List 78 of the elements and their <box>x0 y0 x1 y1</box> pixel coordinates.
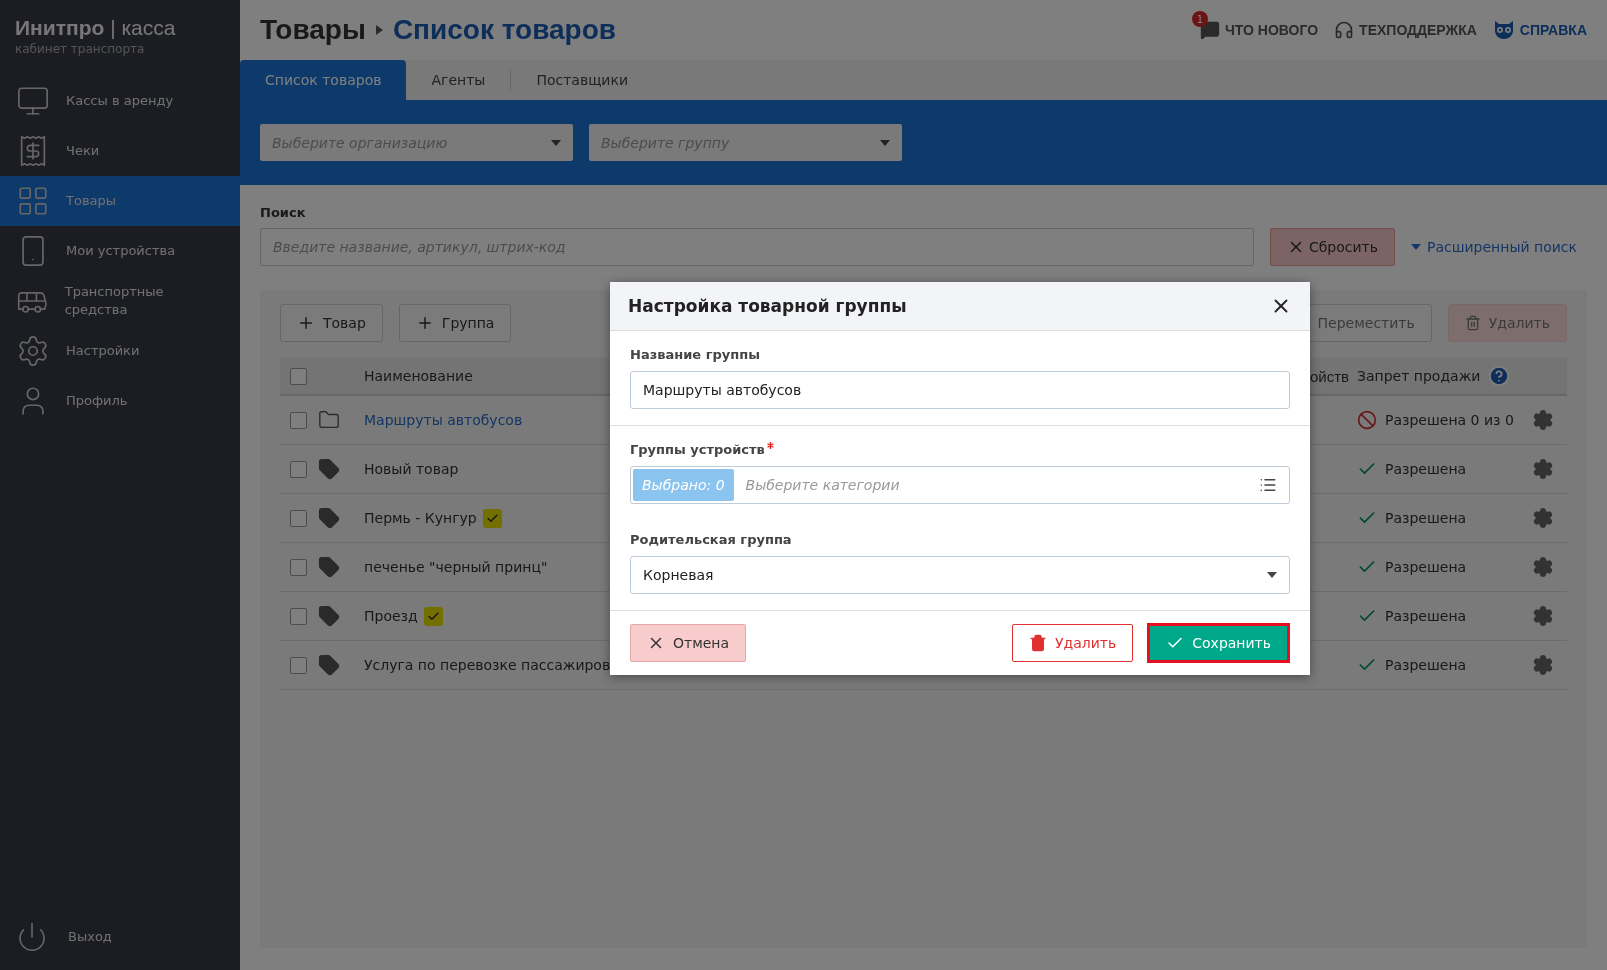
save-button[interactable]: Сохранить <box>1147 623 1290 663</box>
dialog-title: Настройка товарной группы <box>628 296 907 316</box>
table-cell: печенье "черный принц" <box>364 559 548 575</box>
folder-icon <box>318 409 340 431</box>
tag-icon <box>318 654 340 676</box>
checkbox[interactable] <box>290 558 307 576</box>
sidebar-item[interactable]: Товары <box>0 176 240 226</box>
sidebar-item[interactable]: Мои устройства <box>0 226 240 276</box>
table-cell: Разрешена <box>1385 461 1467 477</box>
checkbox[interactable] <box>290 509 307 527</box>
advanced-search-link[interactable]: Расширенный поиск <box>1411 239 1577 255</box>
header-link[interactable]: ТЕХПОДДЕРЖКА <box>1334 20 1477 40</box>
header-link[interactable]: СПРАВКА <box>1492 20 1587 40</box>
breadcrumb-arrow-icon <box>375 25 383 35</box>
table-cell: Разрешена <box>1385 657 1467 673</box>
tag-icon <box>318 507 340 529</box>
checkbox[interactable] <box>290 656 307 674</box>
add-button[interactable]: Группа <box>398 304 512 342</box>
owl-icon <box>1492 20 1515 40</box>
power-icon <box>16 921 48 953</box>
sidebar-item[interactable]: Профиль <box>0 376 240 426</box>
brand-subtitle: кабинет транспорта <box>15 42 146 56</box>
sidebar-item[interactable]: Кассы в аренду <box>0 76 240 126</box>
table-cell: Пермь - Кунгур <box>364 510 477 526</box>
input-field[interactable]: Маршруты автобусов <box>630 371 1290 409</box>
multiselect-field[interactable]: Выбрано: 0 Выберите категории <box>630 466 1290 504</box>
caret-icon <box>880 139 890 146</box>
table-cell: Разрешена <box>1385 510 1467 526</box>
reset-button[interactable]: Сбросить <box>1269 228 1395 266</box>
checkbox[interactable] <box>290 607 307 625</box>
caret-icon <box>1411 244 1421 250</box>
dropdown-field[interactable]: Корневая <box>630 556 1290 594</box>
checkbox[interactable] <box>290 411 307 429</box>
notification-badge: 1 <box>1191 11 1208 27</box>
monitor-icon <box>16 84 50 118</box>
table-cell: Разрешена <box>1385 559 1467 575</box>
list-icon <box>1259 476 1277 494</box>
brand-logo: Инитпро | касса <box>15 16 177 40</box>
tag-icon <box>318 605 340 627</box>
table-cell: Проезд <box>364 608 418 624</box>
logout-link[interactable]: Выход <box>0 914 240 970</box>
column-header: ойств <box>1309 367 1349 385</box>
table-cell: Разрешена <box>1385 608 1467 624</box>
tab[interactable]: Список товаров <box>240 60 407 100</box>
delete-button[interactable]: Удалить <box>1012 624 1134 662</box>
add-button[interactable]: Товар <box>280 304 383 342</box>
selected-count-chip: Выбрано: 0 <box>633 469 734 501</box>
field-label: Название группы <box>630 347 761 362</box>
trash-icon <box>1464 315 1481 331</box>
table-cell: Разрешена 0 из 0 <box>1385 412 1514 428</box>
breadcrumb-item: Список товаров <box>392 14 616 46</box>
checkbox[interactable] <box>290 367 307 385</box>
field-label: Группы устройств <box>630 442 1290 457</box>
caret-icon <box>1267 572 1277 578</box>
tab[interactable]: Поставщики <box>511 62 653 98</box>
sidebar-item[interactable]: Настройки <box>0 326 240 376</box>
breadcrumb-item[interactable]: Товары <box>260 14 366 46</box>
grid-icon <box>16 184 50 218</box>
table-cell: Новый товар <box>364 461 459 477</box>
caret-icon <box>551 139 561 146</box>
cancel-button[interactable]: Отмена <box>630 624 747 662</box>
help-icon[interactable] <box>1488 365 1511 387</box>
headset-icon <box>1334 20 1355 40</box>
tag-icon <box>318 458 340 480</box>
column-header: Запрет продажи <box>1357 368 1481 384</box>
sidebar-item[interactable]: Чеки <box>0 126 240 176</box>
column-header: Наименование <box>364 368 474 384</box>
plus-icon <box>297 314 315 332</box>
delete-button[interactable]: Удалить <box>1447 304 1567 342</box>
trash-icon <box>1029 634 1047 652</box>
search-label: Поиск <box>260 205 307 220</box>
tab[interactable]: Агенты <box>406 62 511 98</box>
tag-icon <box>318 556 340 578</box>
sidebar-item[interactable]: Транспортные средства <box>0 276 240 326</box>
checkbox[interactable] <box>290 460 307 478</box>
field-label: Родительская группа <box>630 532 793 547</box>
group-link[interactable]: Маршруты автобусов <box>364 412 523 428</box>
table-cell: Услуга по перевозке пассажиров <box>364 657 611 673</box>
